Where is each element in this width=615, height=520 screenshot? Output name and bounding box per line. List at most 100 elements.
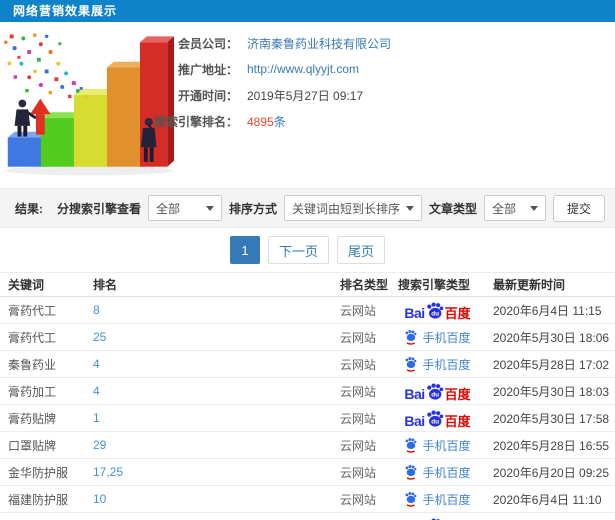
sort-select[interactable]: 关键词由短到长排序 (283, 195, 422, 221)
table-row: 膏药加工 4 云网站 Bai du 百度 2020年5月30日 18:03 (0, 378, 615, 405)
info-section: 会员公司： 济南秦鲁药业科技有限公司 推广地址： http://www.qlyy… (0, 22, 615, 188)
baidu-mobile-logo: 手机百度 (404, 464, 471, 481)
header-rank: 排名 (93, 278, 118, 292)
svg-text:du: du (431, 310, 439, 317)
rank-link[interactable]: 17,25 (85, 465, 332, 479)
engine-cell: Baidu百度 (390, 301, 485, 320)
keyword-cell: 秦鲁药业 (8, 357, 57, 372)
baidu-mobile-logo: 手机百度 (404, 491, 471, 508)
svg-text:du: du (431, 418, 439, 425)
rank-link[interactable]: 4 (85, 384, 332, 398)
filter-controls: 分搜索引擎查看 全部 排序方式 关键词由短到长排序 文章类型 全部 提交 (56, 194, 605, 222)
rank-link[interactable]: 8 (85, 303, 332, 317)
promo-url-link[interactable]: http://www.qlyyjt.com (247, 62, 359, 76)
page-title: 网络营销效果展示 (13, 4, 118, 18)
engine-cell: Baidu百度 (390, 409, 485, 428)
baidu-paw-icon (406, 438, 417, 453)
baidu-paw-icon (406, 357, 417, 372)
baidu-mobile-logo: 手机百度 (404, 329, 471, 346)
submit-button[interactable]: 提交 (552, 194, 605, 222)
table-row: 福建防护服 10 云网站 手机百度 2020年6月4日 11:10 (0, 486, 615, 513)
keyword-cell: 膏药代工 (8, 303, 57, 318)
updated-cell: 2020年6月4日 11:15 (493, 303, 602, 318)
keyword-cell: 膏药加工 (8, 384, 57, 399)
header-engine-type: 搜索引擎类型 (398, 278, 471, 292)
rank-type-cell: 云网站 (340, 303, 377, 318)
baidu-paw-icon (406, 492, 417, 507)
rank-link[interactable]: 29 (85, 438, 332, 452)
baidu-paw-icon: du (426, 409, 443, 427)
info-row-ranking-count: 搜索引擎排名： 4895条 (142, 108, 612, 134)
baidu-mobile-logo: 手机百度 (404, 356, 471, 373)
baidu-paw-icon (406, 465, 417, 480)
table-row: Baidu百度 (0, 513, 615, 520)
updated-cell: 2020年5月30日 18:06 (493, 330, 610, 345)
header-rank-type: 排名类型 (340, 278, 389, 292)
table-row: 口罩贴牌 29 云网站 手机百度 2020年5月28日 16:55 (0, 432, 615, 459)
sort-label: 排序方式 (228, 201, 277, 216)
baidu-mobile-logo: 手机百度 (404, 437, 471, 454)
rank-type-cell: 云网站 (340, 384, 377, 399)
engine-cell: Baidu百度 (390, 382, 485, 401)
next-page-button[interactable]: 下一页 (267, 236, 329, 264)
engine-cell: 手机百度 (390, 356, 485, 373)
ranking-count-unit: 条 (273, 114, 286, 129)
updated-cell: 2020年5月28日 16:55 (493, 438, 610, 453)
table-row: 金华防护服 17,25 云网站 手机百度 2020年6月20日 09:25 (0, 459, 615, 486)
company-name-link[interactable]: 济南秦鲁药业科技有限公司 (247, 35, 391, 52)
svg-text:du: du (431, 391, 439, 398)
table-body: 膏药代工 8 云网站 Bai du 百度 2020年6月4日 11:15 膏药代工 25 云网站手… (0, 297, 615, 520)
info-row-company: 会员公司： 济南秦鲁药业科技有限公司 (142, 30, 612, 56)
rank-type-cell: 云网站 (340, 330, 377, 345)
rank-link[interactable]: 25 (85, 330, 332, 344)
baidu-paw-icon: du (426, 382, 443, 400)
company-label: 会员公司： (177, 36, 238, 51)
open-time-label: 开通时间： (177, 88, 238, 103)
result-section-label: 结果: (15, 201, 43, 216)
keyword-cell: 口罩贴牌 (8, 438, 57, 453)
rank-type-cell: 云网站 (340, 411, 377, 426)
engine-cell: 手机百度 (390, 329, 485, 346)
ranking-count-label: 搜索引擎排名： (153, 114, 238, 129)
page-1-button[interactable]: 1 (229, 236, 260, 264)
table-header-row: 关键词 排名 排名类型 搜索引擎类型 最新更新时间 (0, 272, 615, 297)
baidu-paw-icon: du (426, 301, 443, 319)
baidu-paw-icon: du (431, 517, 440, 520)
rank-link[interactable]: 4 (85, 357, 332, 371)
engine-cell: 手机百度 (390, 437, 485, 454)
article-type-select[interactable]: 全部 (483, 195, 546, 221)
engine-cell: Baidu百度 (390, 517, 485, 520)
pagination: 1 下一页 尾页 (0, 228, 615, 272)
keyword-cell: 膏药贴牌 (8, 411, 57, 426)
info-fields: 会员公司： 济南秦鲁药业科技有限公司 推广地址： http://www.qlyy… (142, 30, 612, 134)
window-title-bar: 网络营销效果展示 (0, 0, 615, 22)
table-row: 膏药代工 25 云网站 手机百度 2020年5月30日 18:06 (0, 324, 615, 351)
engine-cell: 手机百度 (390, 491, 485, 508)
info-row-open-time: 开通时间： 2019年5月27日 09:17 (142, 82, 612, 108)
baidu-paw-icon (406, 330, 417, 345)
engine-view-select[interactable]: 全部 (147, 195, 222, 221)
chevron-down-icon (205, 205, 214, 211)
rank-link[interactable]: 1 (85, 411, 332, 425)
updated-cell: 2020年5月30日 18:03 (493, 384, 610, 399)
updated-cell: 2020年5月28日 17:02 (493, 357, 610, 372)
rank-type-cell: 云网站 (340, 357, 377, 372)
engine-cell: 手机百度 (390, 464, 485, 481)
last-page-button[interactable]: 尾页 (337, 236, 386, 264)
filter-bar: 结果: 分搜索引擎查看 全部 排序方式 关键词由短到长排序 文章类型 全部 提交 (0, 188, 615, 228)
engine-view-label: 分搜索引擎查看 (56, 201, 141, 216)
rank-type-cell: 云网站 (340, 438, 377, 453)
rank-type-cell: 云网站 (340, 465, 377, 480)
open-time-value: 2019年5月27日 09:17 (247, 88, 364, 103)
header-updated: 最新更新时间 (493, 278, 566, 292)
rank-link[interactable]: 10 (85, 492, 332, 506)
baidu-pc-logo: Baidu百度 (404, 382, 471, 401)
ranking-count-value: 4895条 (247, 114, 286, 129)
keyword-cell: 福建防护服 (8, 492, 69, 507)
chevron-down-icon (405, 205, 414, 211)
updated-cell: 2020年6月20日 09:25 (493, 465, 610, 480)
updated-cell: 2020年5月30日 17:58 (493, 411, 610, 426)
baidu-pc-logo: Baidu百度 (404, 409, 471, 428)
ranking-table: 关键词 排名 排名类型 搜索引擎类型 最新更新时间 膏药代工 8 云网站 Bai du 百… (0, 272, 615, 520)
baidu-pc-logo: Baidu百度 (404, 517, 470, 520)
